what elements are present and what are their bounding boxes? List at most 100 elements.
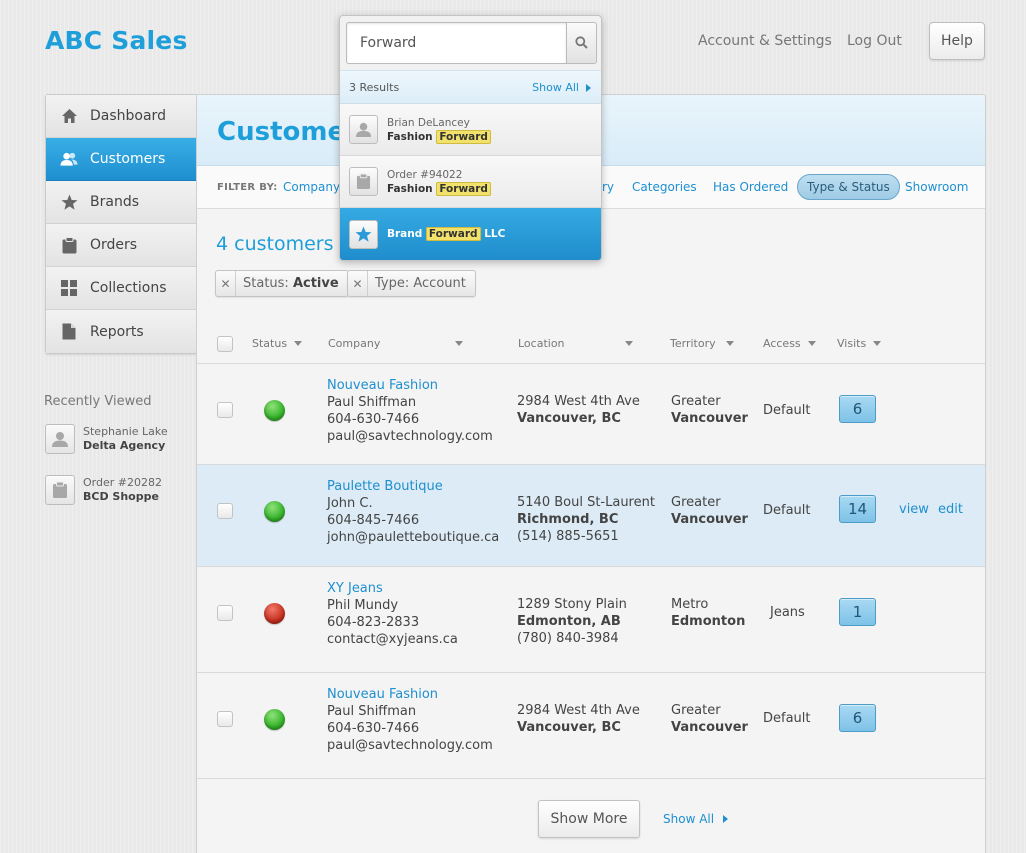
results-show-all-link[interactable]: Show All (532, 81, 591, 94)
select-all-checkbox[interactable] (217, 336, 233, 352)
results-count: 3 Results (349, 81, 400, 94)
sidebar-item-label: Brands (90, 194, 139, 210)
person-icon (45, 424, 75, 454)
company-name[interactable]: Paulette Boutique (327, 478, 499, 495)
contact-phone: 604-630-7466 (327, 412, 420, 427)
search-input[interactable] (346, 22, 566, 64)
search-result[interactable]: Order #94022 Fashion Forward (340, 156, 601, 208)
sidebar-item-label: Collections (90, 280, 167, 296)
star-icon (349, 219, 378, 249)
column-visits[interactable]: Visits (837, 337, 882, 350)
logout-link[interactable]: Log Out (847, 33, 902, 49)
clipboard-icon (349, 167, 378, 196)
company-name[interactable]: Nouveau Fashion (327, 377, 493, 394)
column-status[interactable]: Status (252, 337, 303, 350)
filter-category-partial[interactable]: ry (602, 180, 614, 194)
sidebar-item-collections[interactable]: Collections (46, 267, 196, 310)
column-access[interactable]: Access (763, 337, 816, 350)
app-logo[interactable]: ABC Sales (45, 26, 188, 55)
company-name[interactable]: Nouveau Fashion (327, 686, 493, 703)
visits-badge[interactable]: 14 (839, 495, 876, 523)
contact-email: paul@savtechnology.com (327, 738, 493, 753)
access-value: Default (763, 711, 811, 726)
sidebar-item-reports[interactable]: Reports (46, 310, 196, 353)
address-line: 1289 Stony Plain (517, 597, 627, 612)
row-checkbox[interactable] (217, 402, 233, 418)
sidebar-item-label: Customers (90, 151, 166, 167)
table-row[interactable]: Paulette Boutique John C. 604-845-7466 j… (197, 465, 985, 567)
result-subtitle: Brand (387, 228, 423, 240)
help-button[interactable]: Help (929, 22, 985, 60)
filter-tag-type: ✕ Type: Account (347, 270, 476, 297)
company-name[interactable]: XY Jeans (327, 580, 458, 597)
sidebar-item-dashboard[interactable]: Dashboard (46, 95, 196, 138)
match-highlight: Forward (436, 129, 491, 144)
home-icon (60, 107, 78, 125)
address-city: Edmonton, AB (517, 614, 621, 629)
sidebar-item-orders[interactable]: Orders (46, 224, 196, 267)
recent-item-name: Stephanie Lake (83, 425, 168, 438)
close-icon[interactable]: ✕ (348, 271, 368, 296)
filter-showroom[interactable]: Showroom (905, 180, 968, 194)
recent-item[interactable]: Stephanie Lake Delta Agency (45, 424, 168, 454)
recent-item-name: Order #20282 (83, 476, 162, 489)
filter-company[interactable]: Company (283, 180, 340, 194)
recently-viewed-title: Recently Viewed (44, 394, 152, 409)
show-all-link[interactable]: Show All (663, 812, 729, 826)
search-icon (575, 34, 588, 53)
status-indicator (264, 709, 285, 730)
address-line: 2984 West 4th Ave (517, 703, 640, 718)
account-settings-link[interactable]: Account & Settings (698, 33, 832, 49)
contact-name: John C. (327, 496, 373, 511)
column-company[interactable]: Company (328, 337, 464, 350)
territory-line2: Vancouver (671, 512, 748, 527)
table-row[interactable]: Nouveau Fashion Paul Shiffman 604-630-74… (197, 364, 985, 465)
caret-down-icon (455, 341, 464, 346)
filter-tag-status: ✕ Status: Active (215, 270, 349, 297)
contact-phone: 604-823-2833 (327, 615, 420, 630)
sidebar-item-customers[interactable]: Customers (46, 138, 196, 181)
match-highlight: Forward (425, 227, 481, 241)
recent-item-company: BCD Shoppe (83, 490, 159, 503)
visits-badge[interactable]: 6 (839, 395, 876, 423)
table-header: Status Company Location Territory Access… (197, 320, 985, 364)
contact-name: Phil Mundy (327, 598, 399, 613)
visits-badge[interactable]: 1 (839, 598, 876, 626)
tag-label: Status: (243, 276, 289, 291)
row-checkbox[interactable] (217, 605, 233, 621)
territory-line1: Greater (671, 394, 721, 409)
access-value: Default (763, 503, 811, 518)
visits-badge[interactable]: 6 (839, 704, 876, 732)
address-line: 2984 West 4th Ave (517, 394, 640, 409)
sidebar-item-brands[interactable]: Brands (46, 181, 196, 224)
column-territory[interactable]: Territory (670, 337, 734, 350)
search-button[interactable] (566, 22, 597, 64)
table-row[interactable]: XY Jeans Phil Mundy 604-823-2833 contact… (197, 567, 985, 673)
search-result-selected[interactable]: Brand Forward LLC (340, 208, 601, 260)
row-checkbox[interactable] (217, 503, 233, 519)
sidebar-item-label: Orders (90, 237, 138, 253)
access-value: Default (763, 403, 811, 418)
search-result[interactable]: Brian DeLancey Fashion Forward (340, 104, 601, 156)
filter-categories[interactable]: Categories (632, 180, 697, 194)
result-subtitle: Fashion (387, 130, 433, 143)
row-checkbox[interactable] (217, 711, 233, 727)
contact-name: Paul Shiffman (327, 704, 417, 719)
tag-label: Type: Account (375, 276, 466, 291)
view-link[interactable]: view (899, 502, 929, 517)
caret-down-icon (294, 341, 303, 346)
match-highlight: Forward (436, 181, 491, 196)
edit-link[interactable]: edit (938, 502, 963, 517)
recent-item[interactable]: Order #20282 BCD Shoppe (45, 475, 162, 505)
grid-icon (60, 279, 78, 297)
column-location[interactable]: Location (518, 337, 633, 350)
close-icon[interactable]: ✕ (216, 271, 236, 296)
result-title: Brian DeLancey (387, 116, 470, 129)
show-more-button[interactable]: Show More (538, 800, 640, 838)
result-subtitle: Fashion (387, 182, 433, 195)
contact-name: Paul Shiffman (327, 395, 417, 410)
table-row[interactable]: Nouveau Fashion Paul Shiffman 604-630-74… (197, 673, 985, 779)
filter-type-status[interactable]: Type & Status (797, 174, 900, 200)
address-city: Vancouver, BC (517, 411, 621, 426)
filter-has-ordered[interactable]: Has Ordered (713, 180, 788, 194)
